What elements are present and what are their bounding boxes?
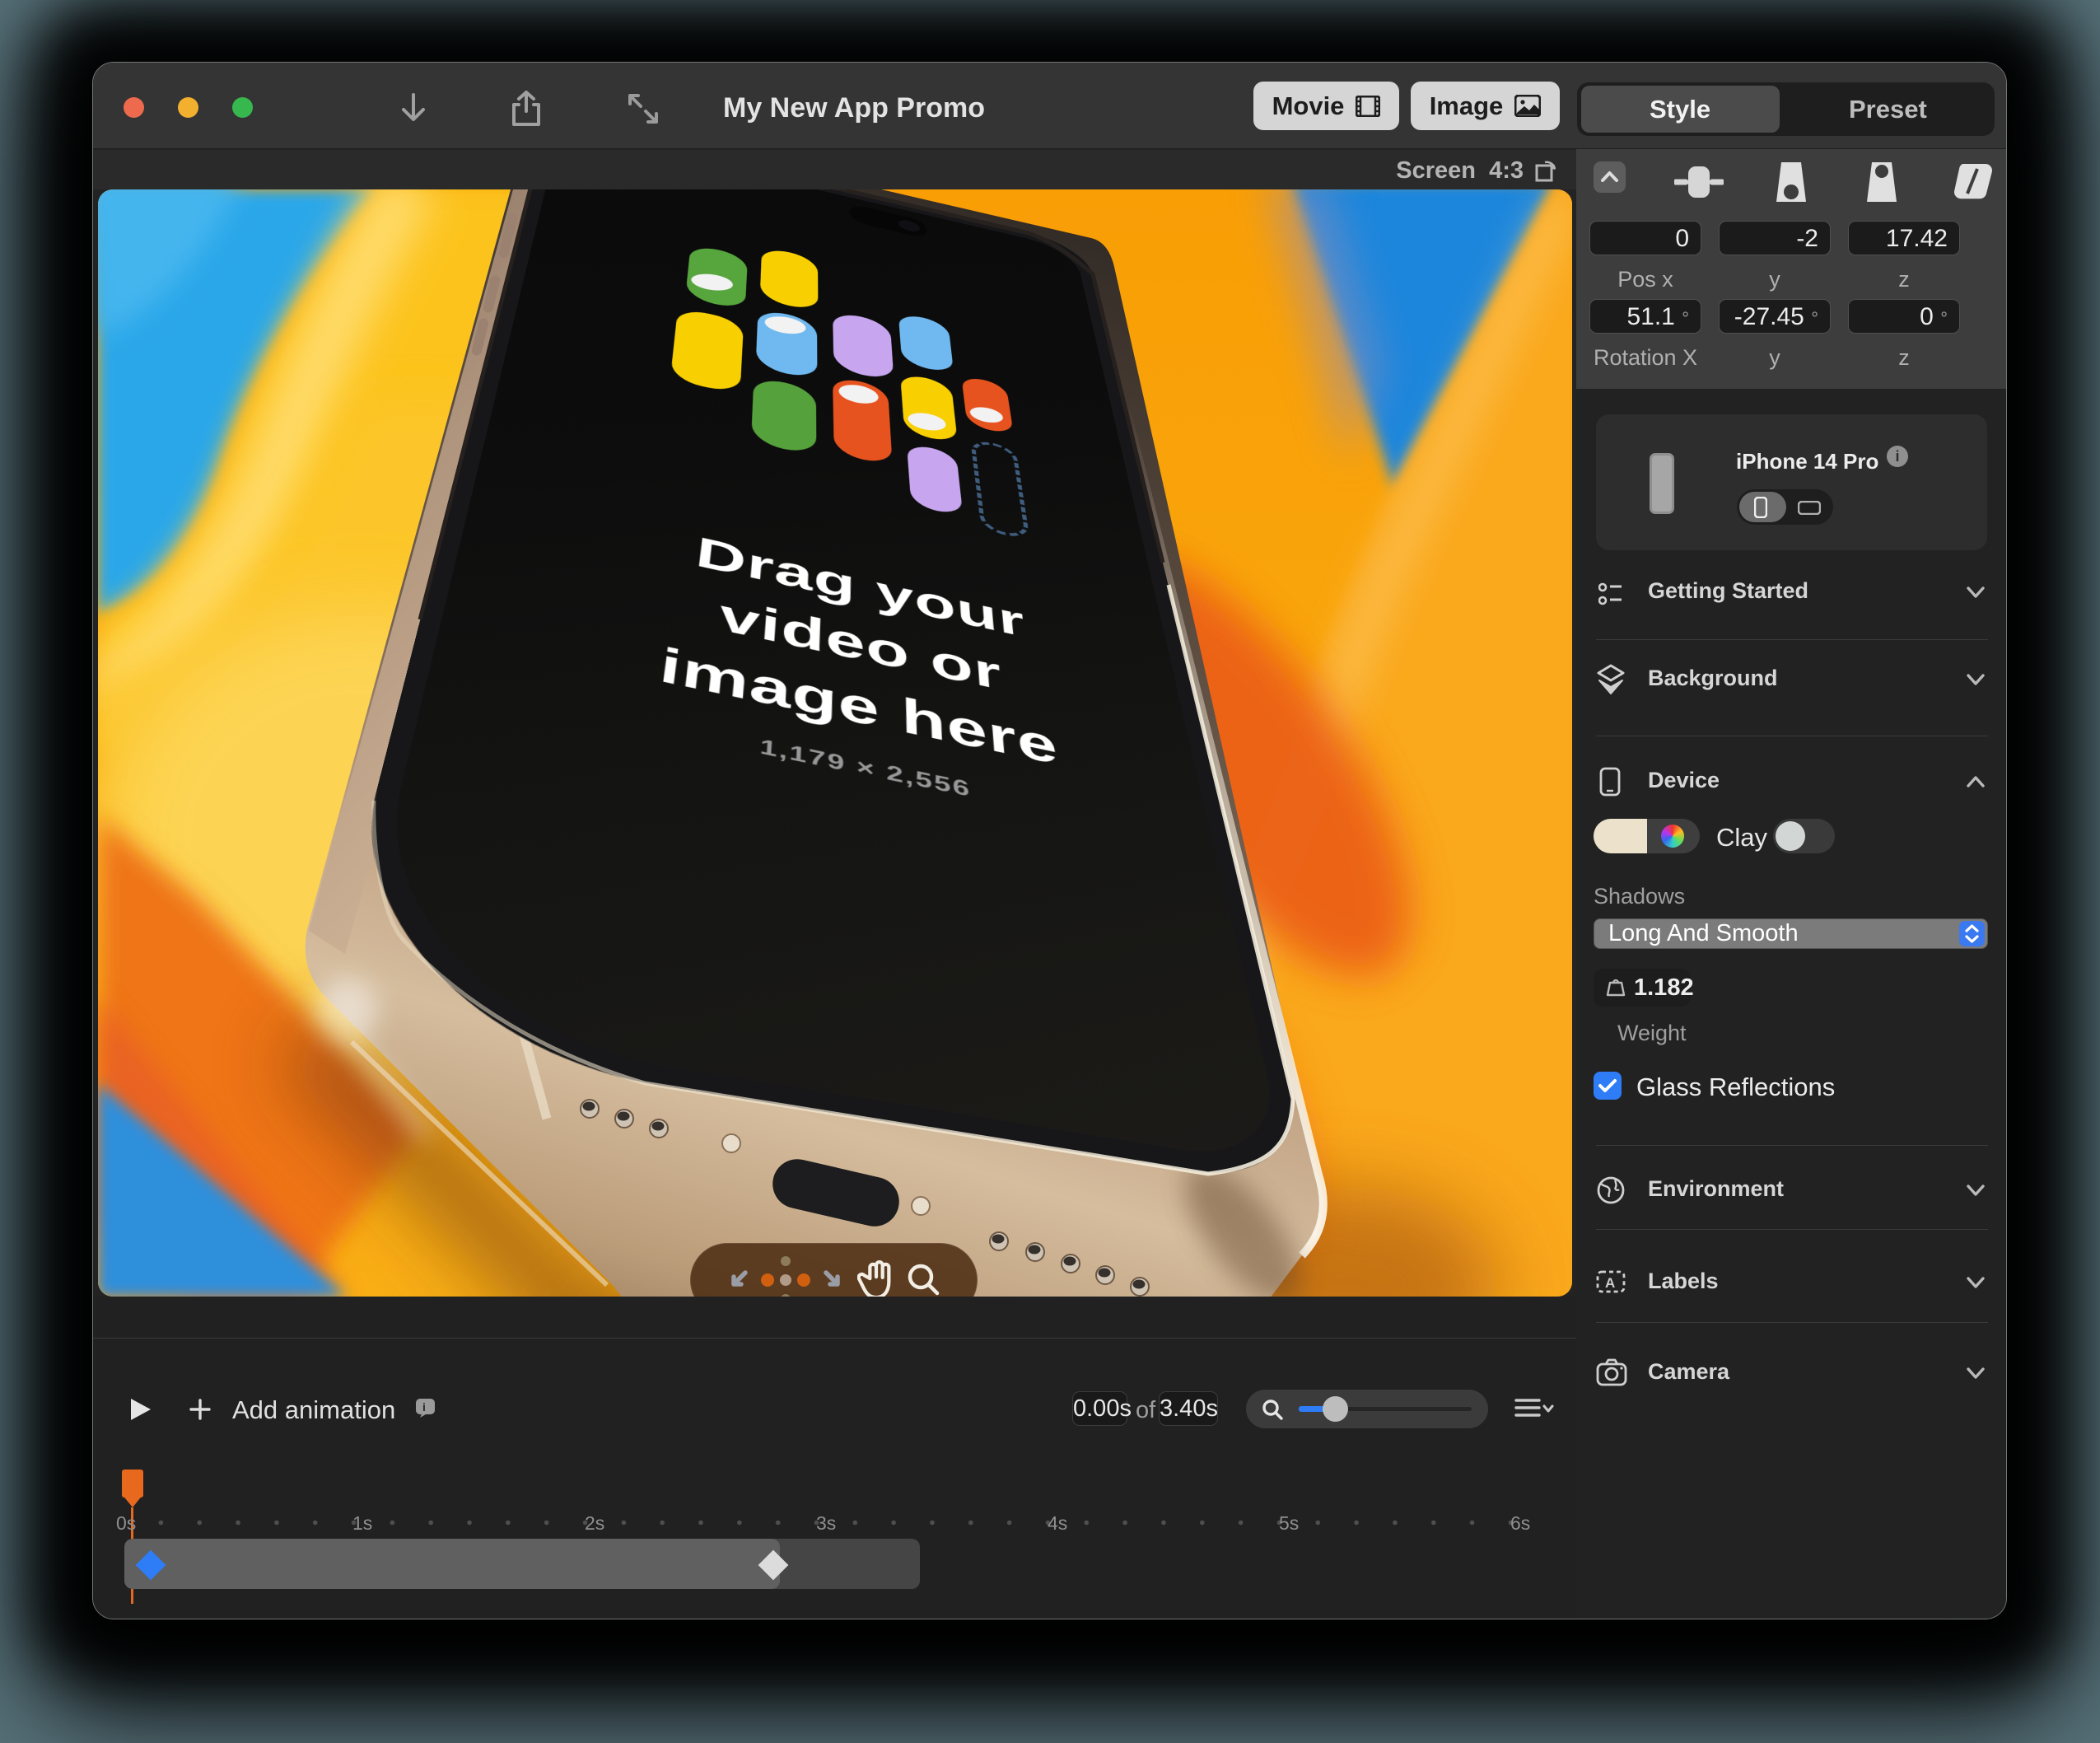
svg-text:i: i [422, 1400, 426, 1414]
svg-text:A: A [1605, 1275, 1615, 1291]
